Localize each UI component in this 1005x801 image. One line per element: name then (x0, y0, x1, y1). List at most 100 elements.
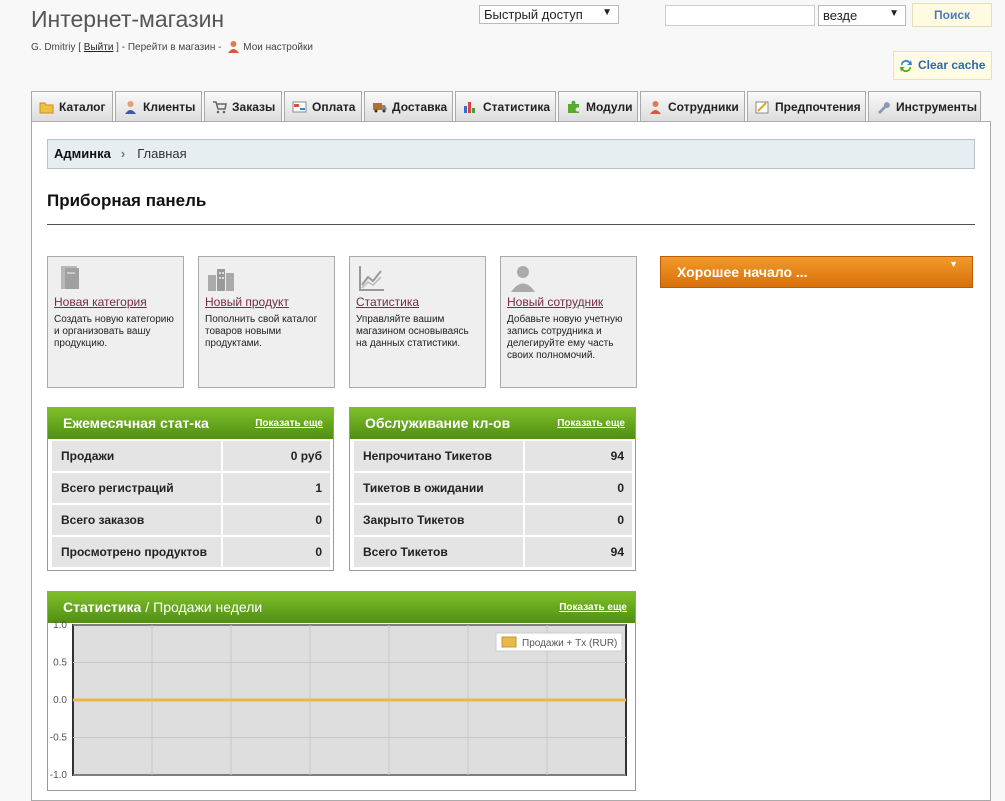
quick-card-description: Управляйте вашим магазином основываясь н… (356, 314, 469, 349)
stat-label: Просмотрено продуктов (52, 537, 221, 567)
stat-value: 94 (525, 537, 632, 567)
tab-label: Оплата (312, 100, 356, 114)
new-product-link[interactable]: Новый продукт (205, 295, 329, 309)
chevron-right-icon: › (120, 146, 126, 161)
quick-card-description: Пополнить свой каталог товаров новыми пр… (205, 314, 318, 349)
breadcrumb: Админка › Главная (47, 139, 975, 169)
good-start-title: Хорошее начало ... (677, 264, 808, 280)
breadcrumb-current: Главная (137, 146, 187, 161)
bar-chart-icon (464, 102, 475, 113)
truck-icon (373, 103, 387, 113)
y-tick-label: 0.0 (53, 695, 67, 706)
quick-card-description: Добавьте новую учетную запись сотрудника… (507, 314, 623, 361)
stat-label: Тикетов в ожидании (354, 473, 523, 503)
stat-label: Всего заказов (52, 505, 221, 535)
sales-chart-header: Статистика / Продажи недели Показать еще (48, 592, 635, 623)
legend-swatch (501, 636, 517, 648)
tab-label: Предпочтения (775, 100, 861, 114)
person-icon (125, 101, 136, 114)
tab-payment[interactable]: Оплата (284, 91, 362, 121)
new-category-link[interactable]: Новая категория (54, 295, 178, 309)
user-name: G. Dmitriy (31, 42, 76, 53)
tab-label: Заказы (232, 100, 276, 114)
tab-modules[interactable]: Модули (558, 91, 638, 121)
table-row: Всего Тикетов 94 (354, 537, 632, 567)
quick-card-description: Создать новую категорию и организовать в… (54, 314, 174, 349)
tab-statistics[interactable]: Статистика (455, 91, 556, 121)
quick-access-select[interactable]: Быстрый доступ ▼ (479, 5, 619, 24)
stat-label: Продажи (52, 441, 221, 471)
quick-access-value: Быстрый доступ (484, 7, 583, 22)
stat-label: Закрыто Тикетов (354, 505, 523, 535)
search-scope-value: везде (823, 8, 858, 23)
search-scope-select[interactable]: везде ▼ (818, 5, 906, 26)
tab-orders[interactable]: Заказы (204, 91, 282, 121)
user-bar: G. Dmitriy [ Выйти ] - Перейти в магазин… (31, 41, 313, 53)
legend-label: Продажи + Tx (RUR) (522, 638, 617, 649)
my-settings-link[interactable]: Мои настройки (243, 42, 313, 53)
quick-card-new-employee: Новый сотрудник Добавьте новую учетную з… (500, 256, 637, 388)
employee-icon (650, 101, 661, 114)
title-divider (47, 224, 975, 225)
tab-label: Инструменты (896, 100, 978, 114)
new-employee-link[interactable]: Новый сотрудник (507, 295, 631, 309)
breadcrumb-root[interactable]: Админка (54, 146, 111, 161)
stat-value: 0 (223, 537, 330, 567)
tab-label: Каталог (59, 100, 106, 114)
refresh-icon (900, 60, 912, 72)
user-silhouette-icon (511, 266, 535, 292)
search-button[interactable]: Поиск (912, 3, 992, 27)
tab-label: Сотрудники (668, 100, 739, 114)
chart-more-link[interactable]: Показать еще (559, 602, 627, 613)
puzzle-icon (568, 100, 579, 113)
table-row: Продажи 0 руб (52, 441, 330, 471)
table-row: Просмотрено продуктов 0 (52, 537, 330, 567)
monthly-stats-header: Ежемесячная стат-ка Показать еще (48, 408, 333, 439)
stat-value: 0 (525, 505, 632, 535)
y-tick-label: -0.5 (50, 733, 68, 744)
quick-card-new-product: Новый продукт Пополнить свой каталог тов… (198, 256, 335, 388)
good-start-panel[interactable]: Хорошее начало ... ▼ (660, 256, 973, 288)
stat-value: 1 (223, 473, 330, 503)
quick-card-new-category: Новая категория Создать новую категорию … (47, 256, 184, 388)
table-row: Всего заказов 0 (52, 505, 330, 535)
chevron-down-icon[interactable]: ▼ (949, 259, 958, 269)
customer-service-more-link[interactable]: Показать еще (557, 418, 625, 429)
logout-link[interactable]: Выйти (84, 42, 114, 53)
table-row: Закрыто Тикетов 0 (354, 505, 632, 535)
y-tick-label: -1.0 (50, 770, 68, 781)
tab-delivery[interactable]: Доставка (364, 91, 453, 121)
line-chart-icon (359, 266, 384, 291)
monthly-stats-more-link[interactable]: Показать еще (255, 418, 323, 429)
dropdown-arrow-icon: ▼ (889, 8, 899, 19)
stat-value: 0 руб (223, 441, 330, 471)
stat-label: Всего регистраций (52, 473, 221, 503)
tab-label: Модули (586, 100, 633, 114)
search-input[interactable] (665, 5, 815, 26)
statistics-link[interactable]: Статистика (356, 295, 480, 309)
quick-card-statistics: Статистика Управляйте вашим магазином ос… (349, 256, 486, 388)
tab-customers[interactable]: Клиенты (115, 91, 202, 121)
table-row: Всего регистраций 1 (52, 473, 330, 503)
table-row: Тикетов в ожидании 0 (354, 473, 632, 503)
chart-section-separator: / (145, 599, 150, 615)
chart-section-title: Статистика (63, 599, 142, 615)
clear-cache-button[interactable]: Clear cache (893, 51, 992, 80)
tab-label: Статистика (483, 100, 551, 114)
tab-employees[interactable]: Сотрудники (640, 91, 745, 121)
customer-service-header: Обслуживание кл-ов Показать еще (350, 408, 635, 439)
chart-section-subtitle: Продажи недели (153, 599, 263, 615)
clear-cache-label: Clear cache (918, 58, 986, 72)
stat-value: 94 (525, 441, 632, 471)
wrench-icon (878, 102, 890, 114)
tab-catalog[interactable]: Каталог (31, 91, 113, 121)
tab-tools[interactable]: Инструменты (868, 91, 981, 121)
goto-shop-link[interactable]: Перейти в магазин (128, 42, 216, 53)
stat-label: Всего Тикетов (354, 537, 523, 567)
buildings-icon (208, 269, 234, 291)
customer-service-title: Обслуживание кл-ов (365, 415, 511, 431)
shop-title: Интернет-магазин (31, 6, 225, 32)
tab-preferences[interactable]: Предпочтения (747, 91, 866, 121)
dropdown-arrow-icon: ▼ (602, 7, 612, 18)
tab-label: Доставка (392, 100, 448, 114)
